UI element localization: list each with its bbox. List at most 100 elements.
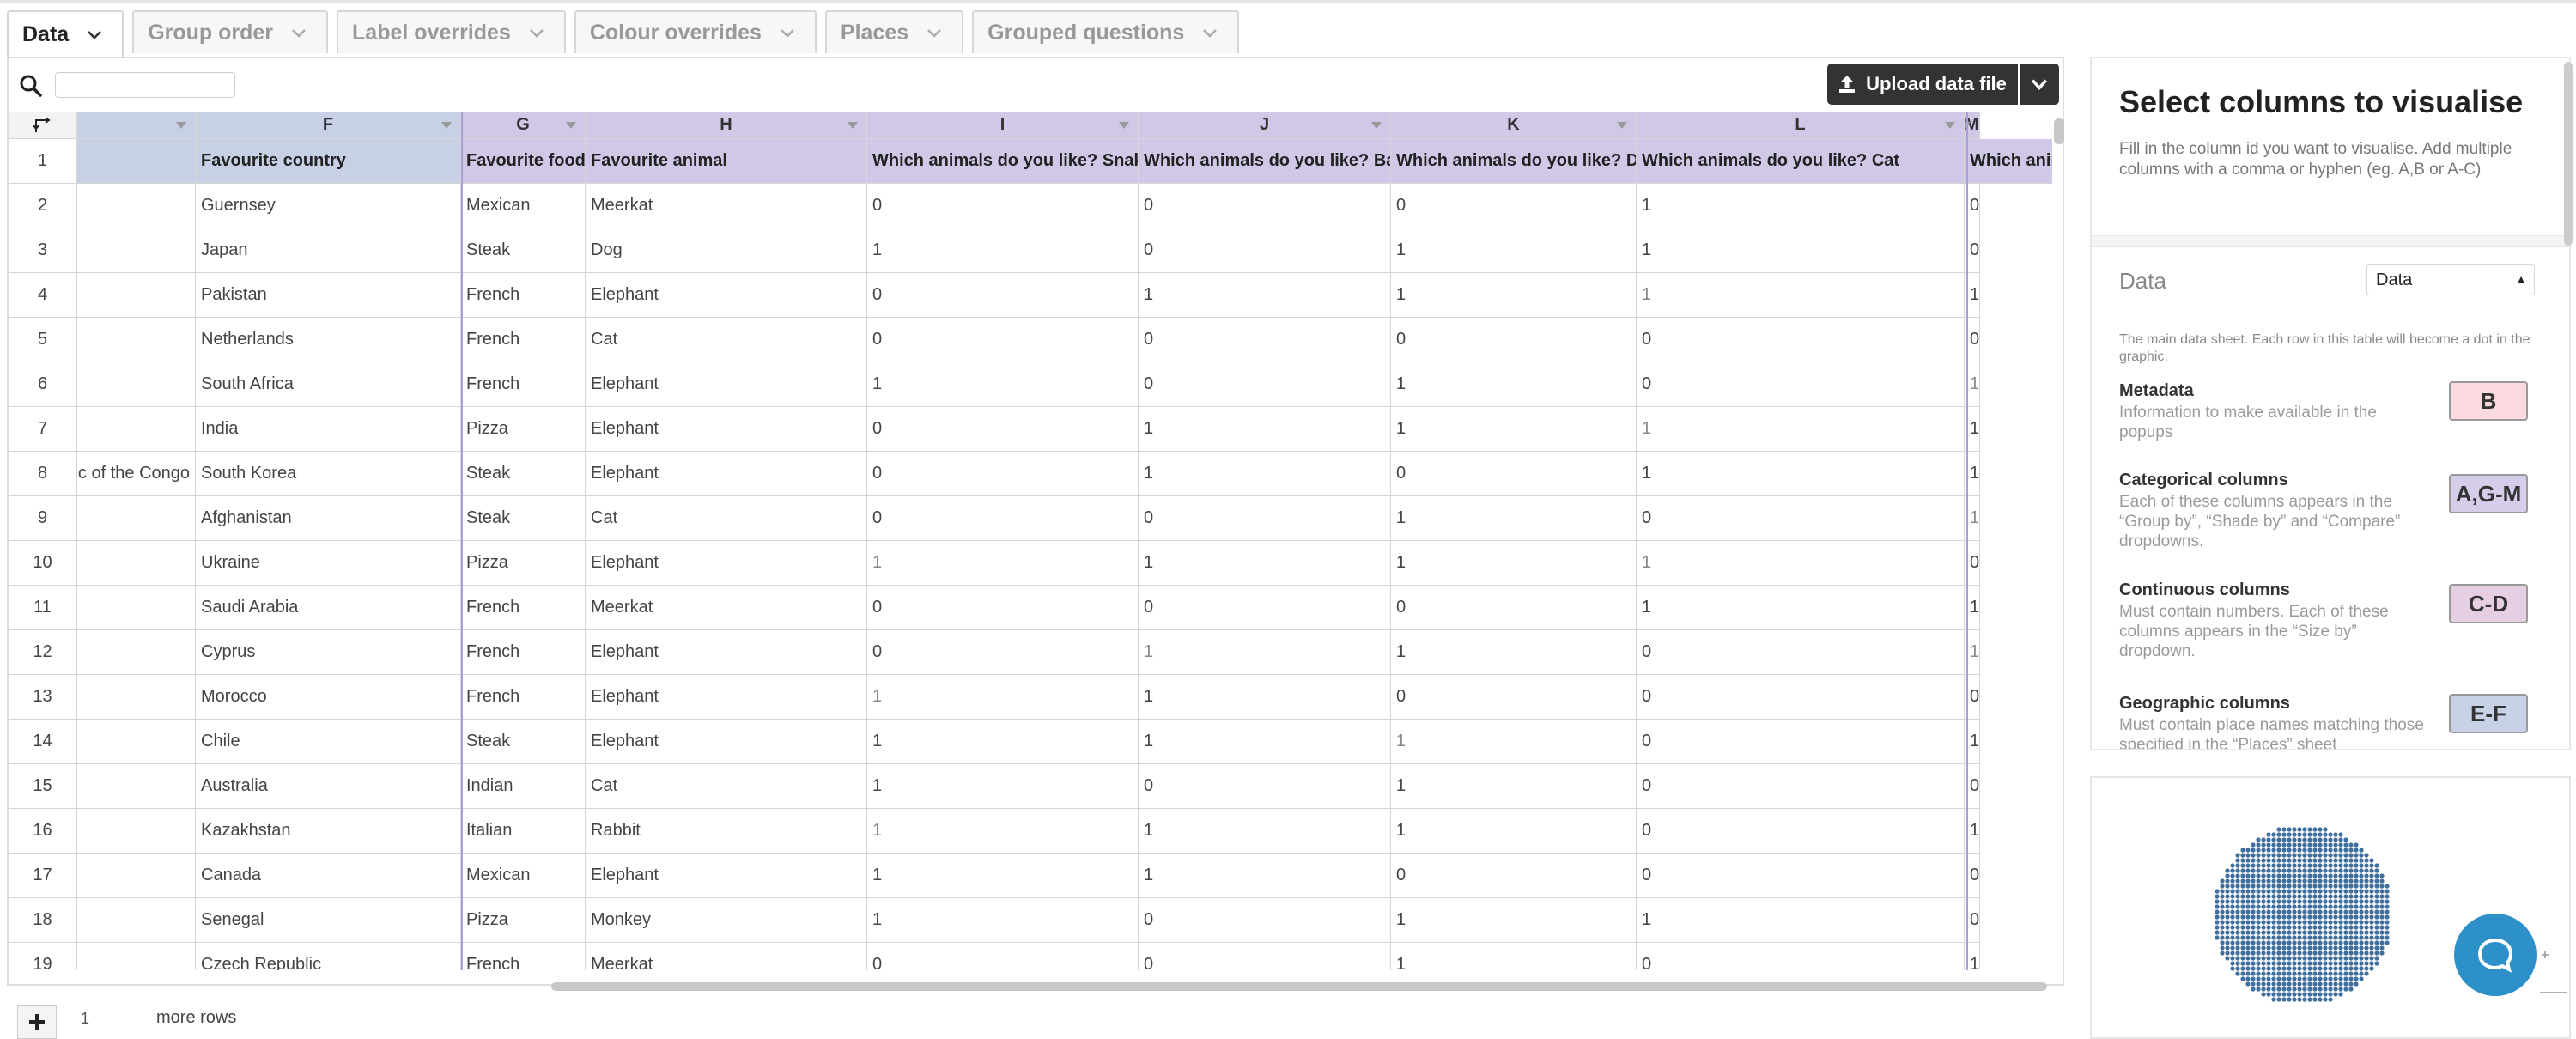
table-cell[interactable]: 0 — [1637, 675, 1965, 720]
column-letter-header[interactable]: H — [586, 112, 867, 139]
tab-label-overrides[interactable]: Label overrides — [337, 10, 566, 53]
table-cell[interactable]: 1 — [867, 854, 1139, 898]
table-cell[interactable]: 1 — [1391, 273, 1637, 318]
table-cell[interactable]: 1 — [1391, 764, 1637, 809]
table-cell[interactable]: Japan — [196, 228, 461, 273]
table-cell[interactable]: Elephant — [586, 362, 867, 407]
table-cell[interactable]: Dog — [586, 228, 867, 273]
table-cell[interactable]: 1 — [1637, 184, 1965, 228]
table-cell[interactable]: 1 — [867, 809, 1139, 854]
table-cell[interactable]: 0 — [867, 943, 1139, 970]
table-cell[interactable] — [77, 898, 196, 943]
table-cell[interactable]: Italian — [461, 809, 586, 854]
table-cell[interactable]: Elephant — [586, 854, 867, 898]
column-letter-header[interactable]: K — [1391, 112, 1637, 139]
chevron-down-icon[interactable] — [86, 26, 103, 43]
table-cell[interactable]: 1 — [1139, 452, 1391, 496]
table-cell[interactable]: 0 — [1139, 228, 1391, 273]
table-cell[interactable]: 1 — [1965, 496, 1981, 541]
table-cell[interactable]: 1 — [1637, 586, 1965, 630]
table-cell[interactable]: French — [461, 273, 586, 318]
table-cell[interactable]: 0 — [1637, 720, 1965, 764]
table-cell[interactable]: French — [461, 318, 586, 362]
column-menu-icon[interactable] — [1617, 122, 1627, 129]
table-cell[interactable]: 1 — [1965, 273, 1981, 318]
column-letter-header[interactable]: J — [1139, 112, 1391, 139]
table-cell[interactable]: Cat — [586, 764, 867, 809]
column-menu-icon[interactable] — [848, 122, 858, 129]
table-cell[interactable]: 1 — [1139, 809, 1391, 854]
table-cell[interactable]: 0 — [1965, 898, 1981, 943]
table-cell[interactable]: 1 — [1965, 407, 1981, 452]
column-letter-header[interactable]: I — [867, 112, 1139, 139]
table-cell[interactable]: Senegal — [196, 898, 461, 943]
table-cell[interactable]: 1 — [1637, 898, 1965, 943]
table-cell[interactable]: Ukraine — [196, 541, 461, 586]
table-cell[interactable]: 0 — [1965, 228, 1981, 273]
table-cell[interactable]: Steak — [461, 228, 586, 273]
vertical-scrollbar[interactable] — [2054, 118, 2064, 144]
table-cell[interactable]: Afghanistan — [196, 496, 461, 541]
column-letter-header[interactable]: G — [461, 112, 586, 139]
continuous-columns-input[interactable]: C-D — [2449, 584, 2528, 623]
table-cell[interactable]: Mexican — [461, 184, 586, 228]
table-cell[interactable]: South Africa — [196, 362, 461, 407]
table-cell[interactable] — [77, 362, 196, 407]
table-cell[interactable]: Meerkat — [586, 184, 867, 228]
table-cell[interactable] — [77, 854, 196, 898]
table-cell[interactable]: 1 — [867, 541, 1139, 586]
help-chat-button[interactable] — [2454, 914, 2537, 996]
table-cell[interactable]: Kazakhstan — [196, 809, 461, 854]
table-cell[interactable]: 1 — [867, 898, 1139, 943]
table-cell[interactable]: Pizza — [461, 407, 586, 452]
table-cell[interactable]: French — [461, 362, 586, 407]
table-cell[interactable]: 0 — [1965, 184, 1981, 228]
table-cell[interactable]: ic of the Congo — [77, 452, 196, 496]
table-cell[interactable] — [77, 943, 196, 970]
table-cell[interactable]: Elephant — [586, 541, 867, 586]
table-cell[interactable]: Meerkat — [586, 943, 867, 970]
table-cell[interactable]: Guernsey — [196, 184, 461, 228]
table-cell[interactable]: 1 — [867, 764, 1139, 809]
table-cell[interactable]: 1 — [867, 720, 1139, 764]
table-cell[interactable]: 0 — [1637, 318, 1965, 362]
tab-group-order[interactable]: Group order — [132, 10, 329, 53]
table-cell[interactable]: Cyprus — [196, 630, 461, 675]
table-cell[interactable]: Elephant — [586, 407, 867, 452]
table-cell[interactable]: 1 — [1391, 407, 1637, 452]
table-cell[interactable]: 1 — [1391, 809, 1637, 854]
table-cell[interactable]: Elephant — [586, 720, 867, 764]
table-cell[interactable] — [77, 228, 196, 273]
table-cell[interactable] — [77, 541, 196, 586]
chevron-down-icon[interactable] — [528, 24, 545, 41]
upload-data-file-button[interactable]: Upload data file — [1827, 64, 2018, 105]
table-cell[interactable]: 0 — [1139, 586, 1391, 630]
chevron-down-icon[interactable] — [1201, 24, 1218, 41]
column-menu-icon[interactable] — [441, 122, 452, 129]
table-cell[interactable]: 1 — [1139, 407, 1391, 452]
table-cell[interactable]: French — [461, 630, 586, 675]
table-cell[interactable]: Indian — [461, 764, 586, 809]
table-cell[interactable]: 0 — [1391, 854, 1637, 898]
column-letter-header[interactable]: F — [196, 112, 461, 139]
column-menu-icon[interactable] — [176, 122, 186, 129]
table-cell[interactable]: 0 — [1139, 318, 1391, 362]
table-cell[interactable]: 0 — [867, 407, 1139, 452]
table-cell[interactable]: 1 — [1391, 362, 1637, 407]
table-cell[interactable] — [77, 809, 196, 854]
table-cell[interactable]: 0 — [1139, 362, 1391, 407]
table-cell[interactable] — [77, 184, 196, 228]
tab-grouped-questions[interactable]: Grouped questions — [972, 10, 1240, 53]
table-cell[interactable]: 1 — [1965, 943, 1981, 970]
table-cell[interactable]: 0 — [1965, 541, 1981, 586]
settings-scrollbar[interactable] — [2564, 62, 2573, 246]
table-cell[interactable]: 1 — [1637, 407, 1965, 452]
table-cell[interactable]: 0 — [1391, 184, 1637, 228]
table-cell[interactable]: 1 — [867, 362, 1139, 407]
table-cell[interactable]: Canada — [196, 854, 461, 898]
table-cell[interactable]: Elephant — [586, 452, 867, 496]
chevron-down-icon[interactable] — [290, 24, 307, 41]
table-cell[interactable] — [77, 630, 196, 675]
column-letter-header[interactable] — [77, 112, 196, 139]
table-cell[interactable]: 1 — [1965, 452, 1981, 496]
